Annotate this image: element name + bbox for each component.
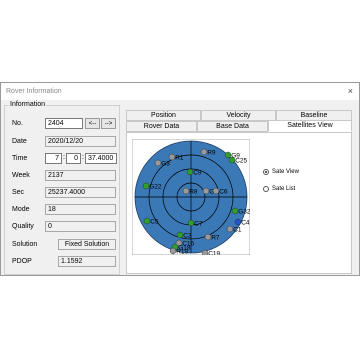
information-group: Information No. 2404 <-- --> Date 2020/1… [4, 101, 120, 275]
pdop-field: 1.1592 [58, 256, 116, 267]
sky-plot: R1G3G9R9C25C9G22R8G6C6G32C5C7C4C1C3R7C16… [132, 139, 250, 255]
week-field: 2137 [45, 170, 116, 181]
satellite-c6 [212, 187, 220, 195]
satellite-label: R19 [176, 249, 188, 256]
satellite-label: G22 [149, 184, 162, 191]
satellite-label: C19 [208, 251, 220, 256]
radio-unselected-icon [263, 186, 269, 192]
mode-label: Mode [12, 206, 30, 213]
satellite-g22 [142, 182, 150, 190]
satellite-g6 [202, 187, 210, 195]
next-button[interactable]: --> [101, 118, 116, 129]
sate-list-label: Sate List [272, 186, 296, 192]
satellite-label: R1 [175, 155, 184, 162]
time-separator: : [63, 154, 65, 161]
satellite-label: C3 [183, 233, 192, 240]
satellites-view-panel: R1G3G9R9C25C9G22R8G6C6G32C5C7C4C1C3R7C16… [126, 132, 352, 274]
time-hour-field[interactable]: 7 [45, 153, 62, 164]
satellite-r1 [168, 153, 176, 161]
satellite-g9 [224, 151, 232, 159]
rover-information-window: Rover Information × Information No. 2404… [0, 82, 360, 276]
window-title: Rover Information [6, 88, 62, 95]
satellite-label: C5 [150, 219, 159, 226]
information-group-label: Information [9, 101, 47, 108]
satellite-label: C7 [194, 221, 203, 228]
time-second-field[interactable]: 37.4000 [85, 153, 117, 164]
tab-position[interactable]: Position [126, 110, 201, 121]
satellite-label: R8 [189, 189, 198, 196]
close-icon[interactable]: × [348, 86, 353, 96]
satellite-c19 [201, 249, 209, 255]
no-label: No. [12, 120, 23, 127]
satellite-c5 [143, 217, 151, 225]
satellite-c9 [186, 168, 194, 176]
satellite-c7 [187, 219, 195, 227]
sec-field: 25237.4000 [45, 187, 116, 198]
week-label: Week [12, 172, 30, 179]
prev-button[interactable]: <-- [85, 118, 100, 129]
satellite-r9 [200, 148, 208, 156]
satellite-label: C1 [233, 227, 242, 234]
satellite-r19 [169, 247, 177, 255]
date-field: 2020/12/20 [45, 136, 116, 147]
satellite-c3 [176, 231, 184, 239]
satellite-c4 [234, 218, 242, 226]
tab-rover-data[interactable]: Rover Data [126, 121, 197, 132]
sec-label: Sec [12, 189, 25, 196]
pdop-label: PDOP [12, 258, 32, 265]
time-separator: : [82, 154, 84, 161]
tab-satellites-view[interactable]: Satellites View [268, 120, 352, 132]
quality-field: 0 [45, 221, 116, 232]
sate-view-label: Sate View [272, 169, 299, 175]
satellite-label: C25 [235, 158, 247, 165]
radio-selected-icon [263, 169, 269, 175]
quality-label: Quality [12, 223, 34, 230]
satellite-label: G3 [161, 161, 170, 168]
sate-list-radio[interactable]: Sate List [263, 186, 295, 192]
satellite-label: R7 [211, 235, 220, 242]
sate-view-radio[interactable]: Sate View [263, 169, 299, 175]
tab-base-data[interactable]: Base Data [197, 121, 268, 132]
time-label: Time [12, 155, 28, 162]
satellite-label: C9 [193, 170, 202, 177]
time-minute-field[interactable]: 0 [66, 153, 81, 164]
mode-field: 18 [45, 204, 116, 215]
tab-velocity[interactable]: Velocity [201, 110, 276, 121]
date-label: Date [12, 138, 27, 145]
satellite-label: C4 [241, 220, 250, 227]
title-bar[interactable]: Rover Information × [1, 83, 359, 100]
no-input[interactable]: 2404 [45, 118, 83, 129]
satellite-label: R9 [207, 150, 216, 157]
satellite-label: G32 [238, 209, 250, 216]
satellite-r8 [182, 187, 190, 195]
solution-label: Solution [12, 241, 38, 248]
satellite-c25 [228, 156, 236, 164]
satellite-g32 [231, 207, 239, 215]
solution-field: Fixed Solution [58, 239, 116, 250]
satellite-g3 [154, 159, 162, 167]
tab-strip: Position Velocity Baseline Rover Data Ba… [126, 110, 352, 132]
satellite-label: C6 [219, 189, 228, 196]
satellite-r7 [204, 233, 212, 241]
satellite-c1 [226, 225, 234, 233]
